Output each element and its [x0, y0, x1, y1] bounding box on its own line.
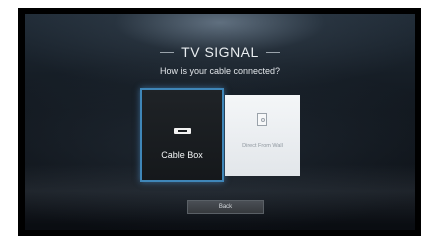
option-cable-box-label: Cable Box: [161, 150, 203, 160]
page-title: TV SIGNAL: [181, 44, 259, 60]
wall-outlet-icon: [257, 113, 267, 126]
option-cable-box[interactable]: Cable Box: [140, 88, 224, 182]
cable-box-icon: [174, 128, 191, 134]
question-text: How is your cable connected?: [159, 66, 281, 76]
option-direct-from-wall-label: Direct From Wall: [242, 143, 283, 149]
title-rule-right: [265, 51, 280, 53]
option-direct-from-wall[interactable]: Direct From Wall: [225, 95, 300, 176]
title-rule-left: [160, 51, 175, 53]
tv-frame: TV SIGNAL How is your cable connected? C…: [18, 8, 421, 236]
back-button[interactable]: Back: [187, 200, 264, 214]
title-row: TV SIGNAL: [25, 43, 415, 61]
tv-screen: TV SIGNAL How is your cable connected? C…: [25, 14, 415, 230]
